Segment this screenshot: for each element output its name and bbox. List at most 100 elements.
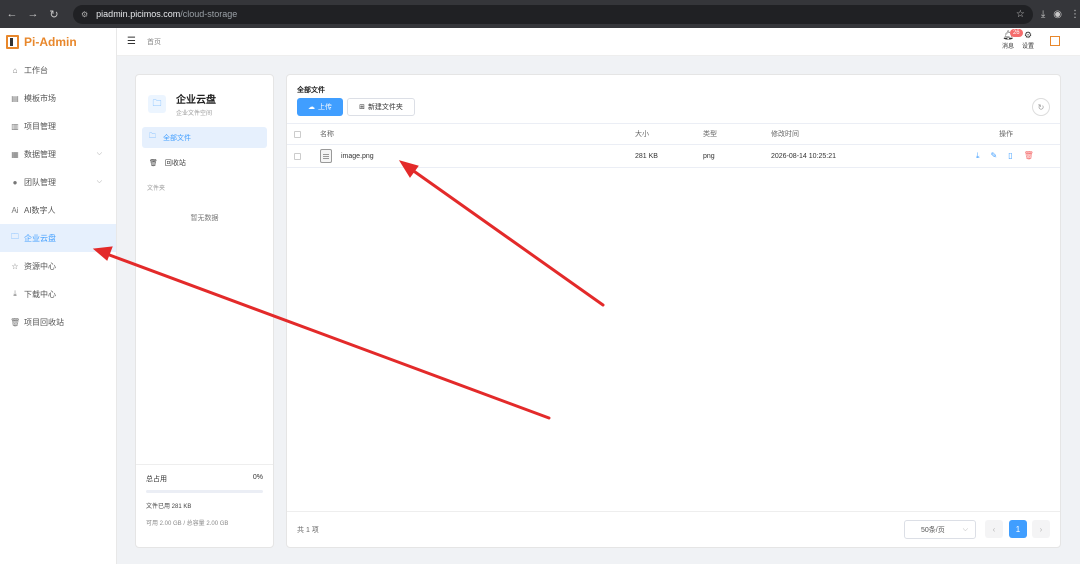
edit-icon[interactable]: ✎	[991, 151, 998, 161]
total-count: 共 1 项	[297, 527, 319, 534]
folders-section-label: 文件夹	[147, 186, 166, 192]
collapse-menu-icon[interactable]: ☰	[127, 36, 136, 47]
nav-all-files-label: 全部文件	[163, 134, 191, 142]
new-folder-button[interactable]: ⊞ 新建文件夹	[347, 98, 415, 116]
folders-empty-text: 暂无数据	[190, 215, 219, 222]
site-settings-icon[interactable]: ⚙	[81, 10, 88, 19]
profile-icon[interactable]: ◉	[1053, 9, 1062, 20]
file-list-panel: 全部文件 ☁ 上传 ⊞ 新建文件夹 ↻ 名称 大小 类型 修改时间 操作 ima…	[286, 74, 1061, 548]
file-type: png	[703, 152, 715, 160]
brand-switch-icon[interactable]	[1050, 36, 1060, 46]
col-size: 大小	[635, 131, 649, 138]
sidebar-item[interactable]: 🗀︎ 企业云盘	[0, 224, 116, 252]
sidebar-item-label: 模板市场	[24, 93, 56, 103]
col-actions: 操作	[999, 131, 1013, 138]
menu-icon[interactable]: ⋮	[1070, 9, 1080, 20]
sidebar-item[interactable]: ⌂ 工作台	[0, 56, 116, 84]
chevron-down-icon: ⌵	[962, 525, 968, 533]
nav-all-files[interactable]: 🗀︎ 全部文件	[142, 127, 267, 148]
sidebar-item[interactable]: ● 团队管理 ⌵	[0, 168, 116, 196]
cloud-title: 企业云盘	[176, 95, 216, 106]
sidebar-item-label: 项目回收站	[24, 317, 64, 327]
sidebar-item-label: 下载中心	[24, 289, 56, 299]
file-modified: 2026-08-14 10:25:21	[771, 152, 836, 160]
page-size-select[interactable]: 50条/页 ⌵	[904, 520, 976, 539]
page-size-value: 50条/页	[921, 526, 945, 534]
user-icon: ●	[12, 177, 18, 187]
trash-icon: 🗑︎	[149, 159, 158, 167]
download-icon[interactable]: ⤓	[1041, 9, 1045, 20]
upload-button[interactable]: ☁ 上传	[297, 98, 343, 116]
address-bar[interactable]: ⚙ piadmin.picimos.com/cloud-storage ☆	[73, 4, 1033, 24]
table-row[interactable]: image.png 281 KB png 2026-08-14 10:25:21…	[287, 145, 1060, 168]
chevron-down-icon: ⌵	[96, 178, 102, 185]
browser-toolbar: ← → ↻ ⚙ piadmin.picimos.com/cloud-storag…	[0, 0, 1080, 28]
file-table: 名称 大小 类型 修改时间 操作 image.png 281 KB png 20…	[287, 123, 1060, 168]
download-icon: ⤓	[13, 289, 17, 298]
col-type: 类型	[703, 131, 717, 138]
gear-icon: ⚙	[1023, 30, 1033, 40]
sidebar-item-label: 资源中心	[24, 261, 56, 271]
usage-used-text: 文件已用 281 KB	[146, 504, 192, 510]
download-icon[interactable]: ⤓	[976, 151, 980, 161]
star-icon: ☆	[11, 261, 19, 271]
sidebar-item[interactable]: 🗑︎ 项目回收站	[0, 308, 116, 336]
trash-icon: 🗑︎	[10, 317, 21, 327]
back-icon[interactable]: ←	[3, 5, 21, 23]
messages-button[interactable]: 🔔︎ 26 消息	[1001, 29, 1023, 50]
file-icon	[320, 149, 332, 163]
current-page-button[interactable]: 1	[1009, 520, 1027, 538]
url-path: /cloud-storage	[180, 9, 238, 19]
forward-icon[interactable]: →	[24, 5, 42, 23]
col-name: 名称	[320, 131, 334, 138]
template-icon: ▤	[11, 93, 19, 103]
select-all-checkbox[interactable]	[294, 130, 301, 138]
messages-label: 消息	[1001, 44, 1014, 50]
col-modified: 修改时间	[771, 131, 799, 138]
app-name: Pi-Admin	[24, 35, 77, 49]
sidebar-item[interactable]: ▦ 数据管理 ⌵	[0, 140, 116, 168]
move-icon[interactable]: ▯	[1008, 151, 1012, 161]
sidebar-item[interactable]: ▤ 模板市场	[0, 84, 116, 112]
usage-percent: 0%	[252, 474, 263, 481]
upload-label: 上传	[318, 104, 332, 111]
nav-recycle-bin[interactable]: 🗑︎ 回收站	[142, 152, 267, 173]
cloud-nav-panel: 🗀︎ 企业云盘 企业文件空间 🗀︎ 全部文件 🗑︎ 回收站 文件夹 暂无数据 总…	[135, 74, 274, 548]
delete-icon[interactable]: 🗑︎	[1024, 151, 1034, 161]
sidebar-item-label: 工作台	[24, 65, 48, 75]
sidebar-item[interactable]: ▥ 项目管理	[0, 112, 116, 140]
breadcrumb[interactable]: 首页	[147, 37, 161, 47]
settings-button[interactable]: ⚙ 设置	[1022, 30, 1034, 50]
sidebar-item[interactable]: ☆ 资源中心	[0, 252, 116, 280]
file-size: 281 KB	[635, 152, 658, 160]
app-logo[interactable]: Pi-Admin	[0, 28, 116, 56]
settings-label: 设置	[1021, 44, 1034, 50]
folder-icon: 🗀︎	[149, 133, 156, 140]
next-page-button[interactable]: ›	[1032, 520, 1050, 538]
prev-page-button[interactable]: ‹	[985, 520, 1003, 538]
cloud-subtitle: 企业文件空间	[176, 111, 213, 117]
sidebar-menu: ⌂ 工作台 ▤ 模板市场 ▥ 项目管理 ▦ 数据管理 ⌵ ● 团队管理 ⌵ Ai AI数字人 🗀︎ 企业云盘 ☆…	[0, 56, 116, 336]
sidebar-item[interactable]: ⤓ 下载中心	[0, 280, 116, 308]
chart-icon: ▥	[11, 121, 19, 131]
usage-available-text: 可用 2.00 GB / 总容量 2.00 GB	[146, 521, 229, 527]
cloud-folder-icon: 🗀︎	[148, 95, 166, 113]
row-checkbox[interactable]	[294, 152, 301, 160]
usage-total-label: 总占用	[146, 476, 167, 483]
files-title: 全部文件	[297, 87, 325, 94]
messages-badge: 26	[1009, 29, 1023, 37]
logo-icon	[6, 35, 19, 49]
sidebar: Pi-Admin ⌂ 工作台 ▤ 模板市场 ▥ 项目管理 ▦ 数据管理 ⌵ ● 团队管理 ⌵ Ai AI数…	[0, 28, 117, 564]
sidebar-item-label: 项目管理	[24, 121, 56, 131]
folder-icon: 🗀︎	[11, 232, 19, 241]
refresh-icon[interactable]: ↻	[1032, 98, 1050, 116]
sidebar-item-label: 企业云盘	[24, 233, 56, 243]
chevron-down-icon: ⌵	[96, 150, 102, 157]
file-name: image.png	[341, 152, 374, 160]
folder-plus-icon: ⊞	[359, 104, 365, 111]
bookmark-star-icon[interactable]: ☆	[1016, 9, 1025, 20]
table-header: 名称 大小 类型 修改时间 操作	[287, 123, 1060, 145]
reload-icon[interactable]: ↻	[45, 5, 63, 23]
sidebar-item[interactable]: Ai AI数字人	[0, 196, 116, 224]
file-name-cell[interactable]: image.png	[320, 149, 374, 163]
